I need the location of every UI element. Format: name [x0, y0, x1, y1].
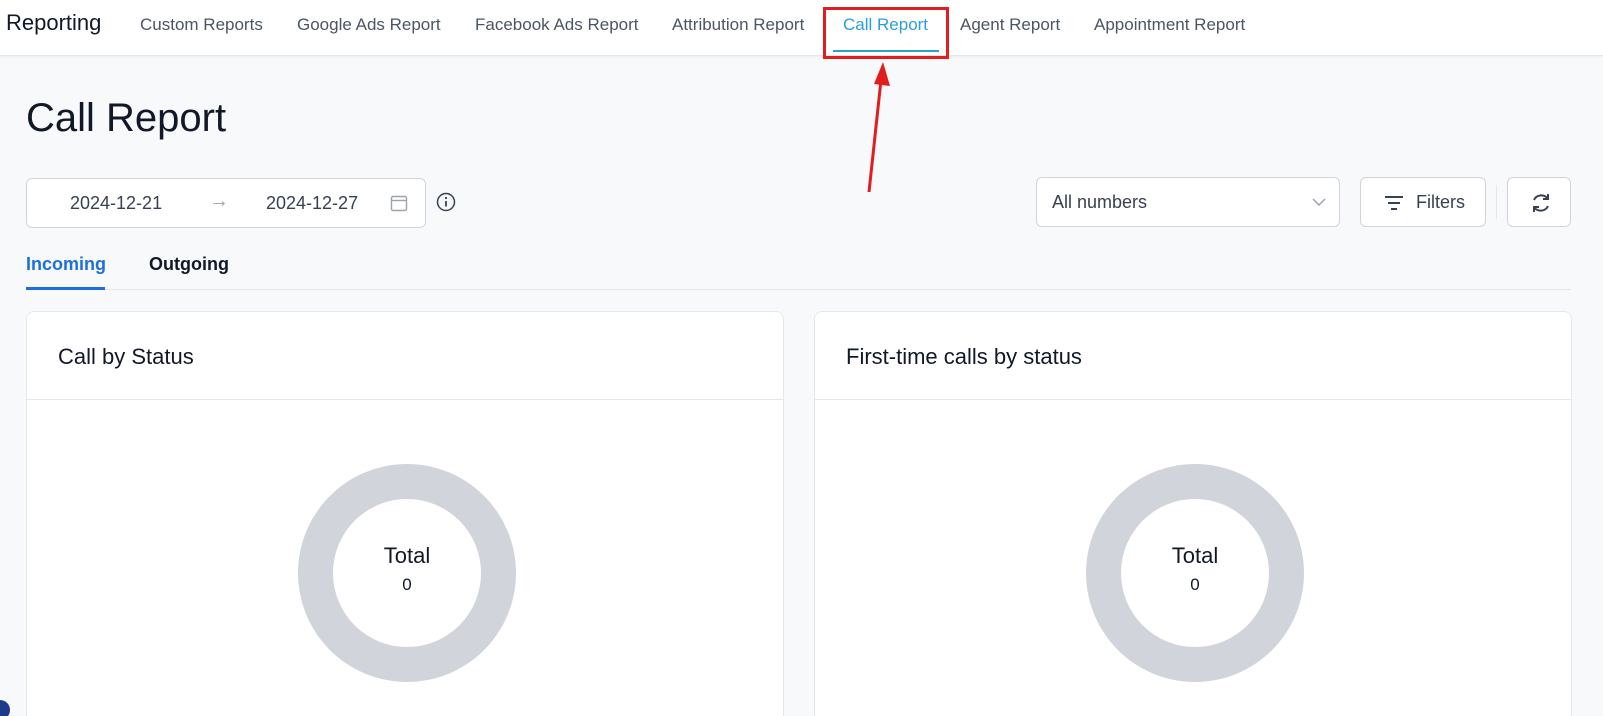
tab-call-report[interactable]: Call Report	[843, 15, 928, 35]
top-nav: Reporting Custom Reports Google Ads Repo…	[0, 0, 1603, 56]
donut-center: Total 0	[333, 499, 481, 647]
subtabs-divider	[26, 289, 1571, 290]
card-title: First-time calls by status	[846, 344, 1082, 369]
filters-button[interactable]: Filters	[1360, 177, 1486, 227]
card-divider	[27, 399, 783, 400]
call-by-status-card: Call by Status Total 0	[26, 311, 784, 716]
donut-total-label: Total	[1171, 543, 1219, 568]
first-time-calls-card: First-time calls by status Total 0	[814, 311, 1572, 716]
card-title: Call by Status	[58, 344, 194, 369]
donut-total-value: 0	[1190, 575, 1200, 594]
refresh-button[interactable]	[1507, 177, 1571, 227]
chevron-down-icon	[1312, 198, 1326, 207]
calendar-icon[interactable]	[389, 193, 409, 213]
tab-facebook-ads-report[interactable]: Facebook Ads Report	[475, 15, 638, 35]
donut-chart: Total 0	[298, 464, 516, 682]
tab-incoming[interactable]: Incoming	[26, 254, 106, 275]
arrow-right-icon: →	[209, 190, 229, 212]
filter-icon	[1385, 196, 1403, 210]
active-subtab-underline	[26, 287, 105, 290]
numbers-select[interactable]: All numbers	[1036, 177, 1340, 227]
refresh-icon	[1533, 194, 1549, 212]
tab-google-ads-report[interactable]: Google Ads Report	[297, 15, 441, 35]
date-range-picker[interactable]: 2024-12-21 → 2024-12-27	[26, 178, 426, 228]
tab-appointment-report[interactable]: Appointment Report	[1094, 15, 1245, 35]
donut-total-value: 0	[402, 575, 412, 594]
filters-label: Filters	[1416, 192, 1465, 212]
donut-center: Total 0	[1121, 499, 1269, 647]
numbers-select-value: All numbers	[1052, 192, 1148, 212]
corner-accent	[0, 700, 10, 716]
donut-total-label: Total	[383, 543, 431, 568]
date-end-input[interactable]: 2024-12-27	[266, 193, 358, 214]
tab-custom-reports[interactable]: Custom Reports	[140, 15, 263, 35]
divider	[1496, 185, 1497, 219]
tab-agent-report[interactable]: Agent Report	[960, 15, 1060, 35]
info-icon[interactable]	[436, 192, 456, 212]
donut-chart: Total 0	[1086, 464, 1304, 682]
brand-title: Reporting	[6, 10, 102, 35]
tab-outgoing[interactable]: Outgoing	[149, 254, 229, 275]
card-divider	[815, 399, 1571, 400]
page-title: Call Report	[26, 96, 227, 140]
date-start-input[interactable]: 2024-12-21	[70, 193, 162, 214]
tab-attribution-report[interactable]: Attribution Report	[672, 15, 804, 35]
active-tab-underline	[833, 50, 939, 52]
